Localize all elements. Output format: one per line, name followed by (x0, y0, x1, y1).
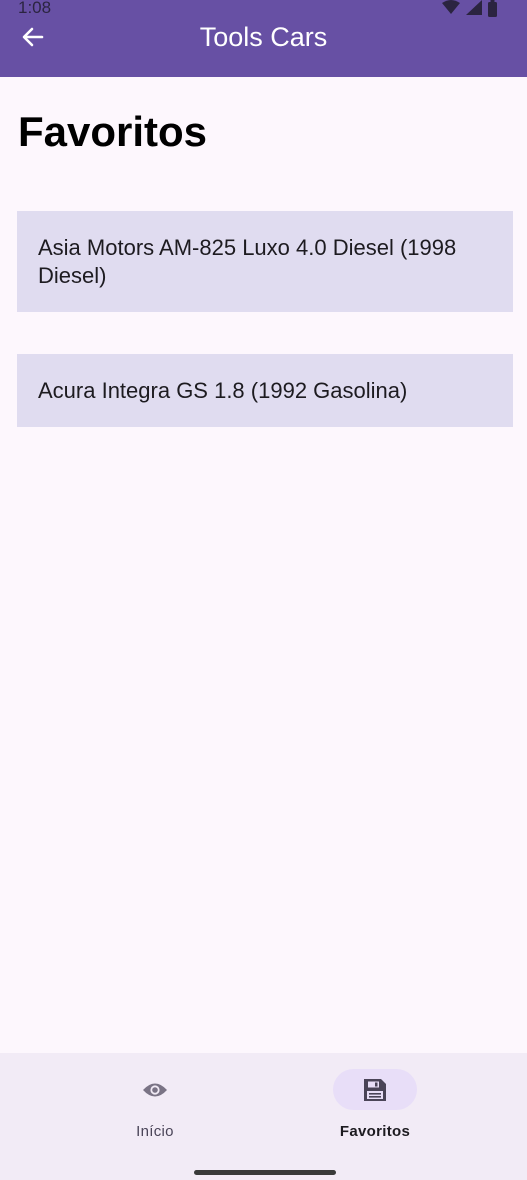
wifi-icon (442, 0, 460, 14)
nav-item-favoritos[interactable]: Favoritos (295, 1053, 455, 1153)
gesture-handle[interactable] (194, 1170, 336, 1175)
nav-label-favoritos: Favoritos (339, 1123, 411, 1140)
signal-icon (466, 0, 482, 15)
nav-item-inicio[interactable]: Início (75, 1053, 235, 1153)
status-icons (442, 0, 497, 18)
favorite-item-label: Acura Integra GS 1.8 (1992 Gasolina) (38, 377, 408, 403)
favorite-item[interactable]: Asia Motors AM-825 Luxo 4.0 Diesel (1998… (17, 211, 513, 312)
nav-indicator (113, 1069, 197, 1110)
eye-icon (143, 1083, 167, 1096)
status-time: 1:08 (18, 0, 52, 17)
favorite-item[interactable]: Acura Integra GS 1.8 (1992 Gasolina) (17, 354, 513, 427)
battery-icon (488, 0, 497, 17)
favorite-item-label: Asia Motors AM-825 Luxo 4.0 Diesel (1998… (38, 234, 457, 288)
nav-indicator-active (333, 1069, 417, 1110)
top-app-bar: 1:08 Tools Cars (0, 0, 527, 77)
page-title: Favoritos (18, 108, 208, 155)
bottom-navigation: Início Favoritos (0, 1053, 527, 1180)
save-icon (364, 1078, 386, 1101)
nav-label-inicio: Início (136, 1123, 174, 1140)
app-title: Tools Cars (199, 22, 328, 52)
